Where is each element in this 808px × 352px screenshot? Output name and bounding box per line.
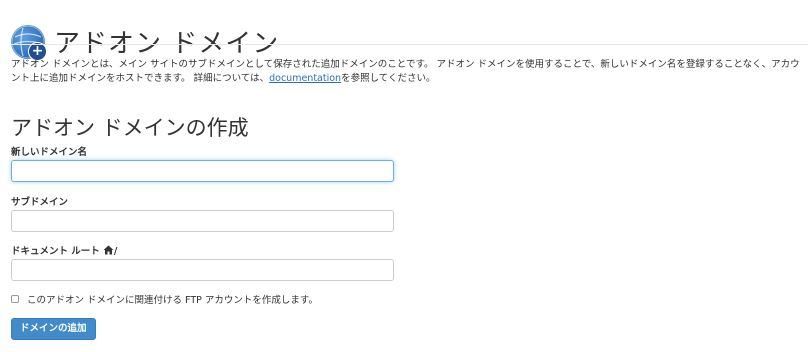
subdomain-label: サブドメイン bbox=[11, 197, 69, 208]
new-domain-label: 新しいドメイン名 bbox=[11, 147, 88, 158]
document-root-input[interactable] bbox=[11, 259, 394, 281]
ftp-checkbox[interactable] bbox=[11, 295, 19, 303]
document-root-label-row: ドキュメント ルート / bbox=[11, 243, 117, 258]
home-icon bbox=[103, 245, 114, 258]
subdomain-input[interactable] bbox=[11, 210, 394, 232]
description-text-end: を参照してください。 bbox=[341, 73, 436, 84]
ftp-checkbox-row[interactable]: このアドオン ドメインに関連付ける FTP アカウントを作成します。 bbox=[11, 292, 318, 306]
documentation-link[interactable]: documentation bbox=[269, 73, 341, 84]
ftp-checkbox-label: このアドオン ドメインに関連付ける FTP アカウントを作成します。 bbox=[27, 295, 318, 306]
header-divider bbox=[11, 44, 808, 45]
document-root-suffix: / bbox=[113, 246, 118, 257]
document-root-label: ドキュメント ルート bbox=[11, 246, 100, 257]
new-domain-input[interactable] bbox=[11, 160, 394, 182]
page-title: アドオン ドメイン bbox=[54, 29, 280, 60]
globe-add-icon: + bbox=[11, 24, 47, 61]
add-domain-button[interactable]: ドメインの追加 bbox=[11, 318, 96, 340]
section-title: アドオン ドメインの作成 bbox=[11, 116, 249, 140]
page-description: アドオン ドメインとは、メイン サイトのサブドメインとして保存された追加ドメイン… bbox=[11, 58, 801, 86]
